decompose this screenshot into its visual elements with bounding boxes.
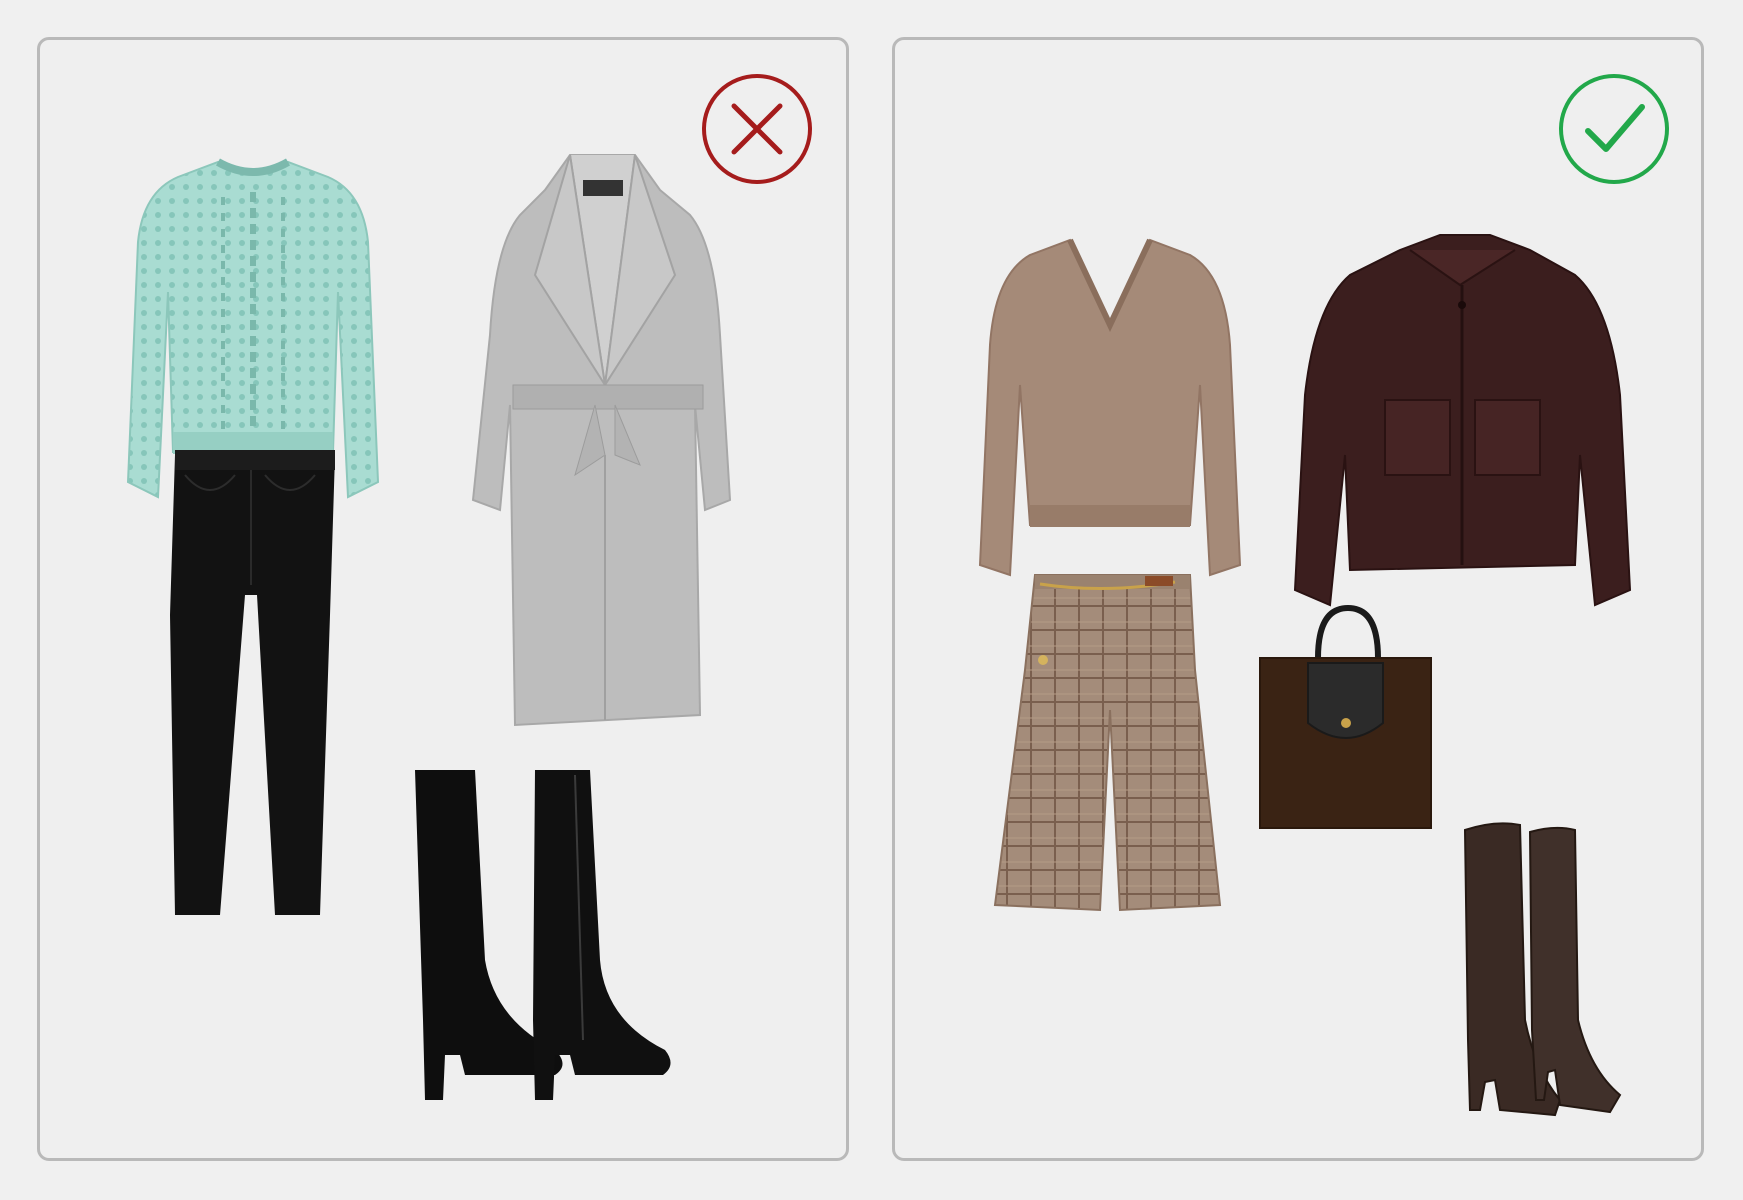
- outfit-panel-correct: [892, 37, 1704, 1161]
- check-circle-icon: [1558, 73, 1670, 185]
- brown-boots-image: [1460, 820, 1630, 1122]
- black-jeans-image: [165, 435, 340, 920]
- burgundy-jacket-image: [1290, 234, 1635, 610]
- plaid-culottes-image: [993, 570, 1225, 915]
- grey-coat-image: [465, 154, 745, 730]
- black-boots-image: [405, 770, 705, 1105]
- taupe-sweater-image: [975, 235, 1245, 580]
- brown-tote-bag-image: [1258, 603, 1433, 833]
- outfit-panel-incorrect: [37, 37, 849, 1161]
